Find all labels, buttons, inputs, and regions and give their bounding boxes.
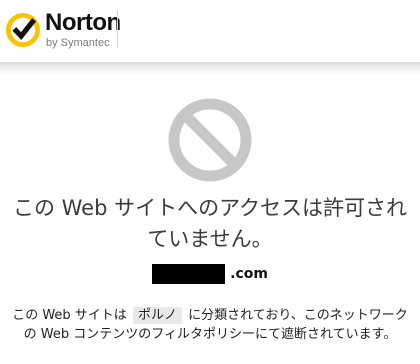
header-divider xyxy=(117,10,118,48)
brand-subtitle: by Symantec xyxy=(46,37,110,49)
page-header: Norton by Symantec xyxy=(0,0,420,64)
redacted-domain-block xyxy=(152,264,226,284)
blocked-domain: .com xyxy=(0,264,420,286)
blocked-page: Norton by Symantec この Web サイトへのアクセスは許可され… xyxy=(0,0,420,364)
domain-suffix: .com xyxy=(230,266,268,282)
brand-name: Norton xyxy=(45,9,121,36)
description-prefix: この Web サイトは xyxy=(12,308,131,323)
block-description: この Web サイトは ポルノ に分類されており、このネットワークの Web コ… xyxy=(10,306,410,344)
category-badge: ポルノ xyxy=(132,307,182,324)
blocked-icon xyxy=(168,98,252,182)
norton-logo-link[interactable]: Norton by Symantec xyxy=(4,6,121,54)
access-denied-heading: この Web サイトへのアクセスは許可されていません。 xyxy=(12,196,408,251)
check-badge-icon xyxy=(6,13,40,47)
header-shadow xyxy=(0,62,420,74)
